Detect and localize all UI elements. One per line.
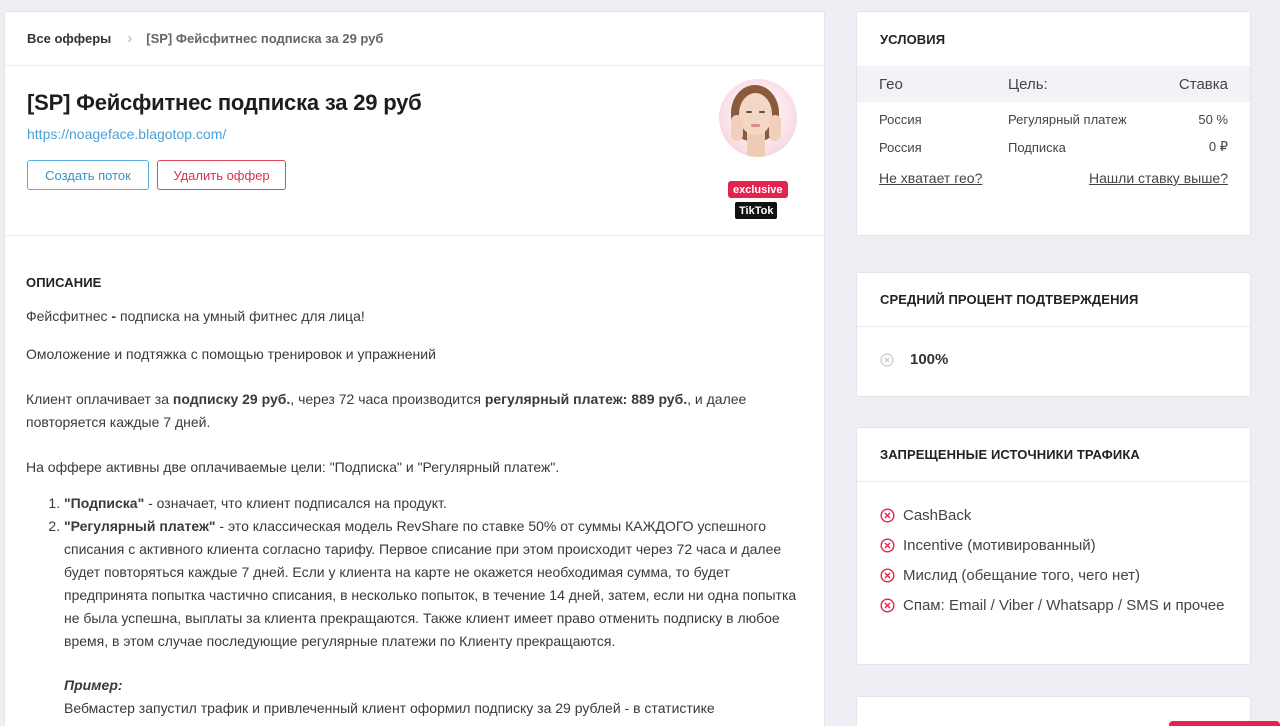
exclusive-badge: exclusive bbox=[728, 181, 788, 198]
offer-header: [SP] Фейсфитнес подписка за 29 руб https… bbox=[5, 66, 824, 236]
breadcrumb-all-offers[interactable]: Все офферы bbox=[27, 31, 111, 46]
breadcrumb: Все офферы › [SP] Фейсфитнес подписка за… bbox=[5, 12, 824, 66]
tiktok-badge: TikTok bbox=[735, 202, 778, 219]
table-row: Россия Регулярный платеж 50 % bbox=[879, 111, 1228, 127]
ban-icon bbox=[880, 568, 895, 583]
create-flow-button[interactable]: Создать поток bbox=[27, 160, 149, 190]
forbidden-sources-card: ЗАПРЕЩЕННЫЕ ИСТОЧНИКИ ТРАФИКА CashBack I… bbox=[856, 427, 1251, 665]
status-circle-icon bbox=[880, 352, 894, 367]
offer-landing-link[interactable]: https://noageface.blagotop.com/ bbox=[27, 126, 226, 142]
list-item: "Подписка" - означает, что клиент подпис… bbox=[64, 492, 803, 515]
description-p4: На оффере активны две оплачиваемые цели:… bbox=[26, 459, 560, 475]
ban-icon bbox=[880, 598, 895, 613]
higher-rate-link[interactable]: Нашли ставку выше? bbox=[1089, 170, 1228, 186]
description-heading: ОПИСАНИЕ bbox=[26, 275, 102, 290]
floating-action-button[interactable] bbox=[1169, 721, 1280, 726]
page-title: [SP] Фейсфитнес подписка за 29 руб bbox=[27, 90, 422, 115]
forbidden-list: CashBack Incentive (мотивированный) Мисл… bbox=[857, 482, 1250, 617]
list-item: CashBack bbox=[880, 504, 1227, 527]
list-item: Incentive (мотивированный) bbox=[880, 534, 1227, 557]
list-item: Мислид (обещание того, чего нет) bbox=[880, 564, 1227, 587]
example-title: Пример: bbox=[64, 677, 123, 693]
offer-actions: Создать поток Удалить оффер bbox=[27, 160, 802, 190]
ban-icon bbox=[880, 508, 895, 523]
offer-avatar bbox=[719, 79, 797, 157]
goals-list: "Подписка" - означает, что клиент подпис… bbox=[26, 492, 803, 653]
confirmation-value: 100% bbox=[910, 351, 949, 368]
description-p2: Омоложение и подтяжка с помощью трениров… bbox=[26, 346, 436, 362]
table-row: Россия Подписка 0 ₽ bbox=[879, 139, 1228, 155]
conditions-card: УСЛОВИЯ Гео Цель: Ставка Россия Регулярн… bbox=[856, 11, 1251, 236]
conditions-title: УСЛОВИЯ bbox=[880, 31, 946, 47]
breadcrumb-current: [SP] Фейсфитнес подписка за 29 руб bbox=[146, 31, 384, 46]
description-section: ОПИСАНИЕ Фейсфитнес - подписка на умный … bbox=[4, 247, 825, 720]
delete-offer-button[interactable]: Удалить оффер bbox=[157, 160, 286, 190]
list-item: Спам: Email / Viber / Whatsapp / SMS и п… bbox=[880, 594, 1227, 617]
conditions-table-header: Гео Цель: Ставка bbox=[857, 66, 1250, 102]
confirmation-title: СРЕДНИЙ ПРОЦЕНТ ПОДТВЕРЖДЕНИЯ bbox=[857, 273, 1250, 327]
list-item: "Регулярный платеж" - это классическая м… bbox=[64, 515, 803, 653]
missing-geo-link[interactable]: Не хватает гео? bbox=[879, 170, 982, 186]
example-text: Вебмастер запустил трафик и привлеченный… bbox=[64, 700, 715, 716]
ban-icon bbox=[880, 538, 895, 553]
forbidden-title: ЗАПРЕЩЕННЫЕ ИСТОЧНИКИ ТРАФИКА bbox=[857, 428, 1250, 482]
conditions-links: Не хватает гео? Нашли ставку выше? bbox=[857, 170, 1250, 186]
confirmation-card: СРЕДНИЙ ПРОЦЕНТ ПОДТВЕРЖДЕНИЯ 100% bbox=[856, 272, 1251, 397]
description-p1: Фейсфитнес - подписка на умный фитнес дл… bbox=[26, 308, 365, 324]
confirmation-row: 100% bbox=[857, 327, 1250, 368]
description-p3: Клиент оплачивает за подписку 29 руб., ч… bbox=[26, 391, 747, 430]
chevron-right-icon: › bbox=[127, 30, 133, 47]
